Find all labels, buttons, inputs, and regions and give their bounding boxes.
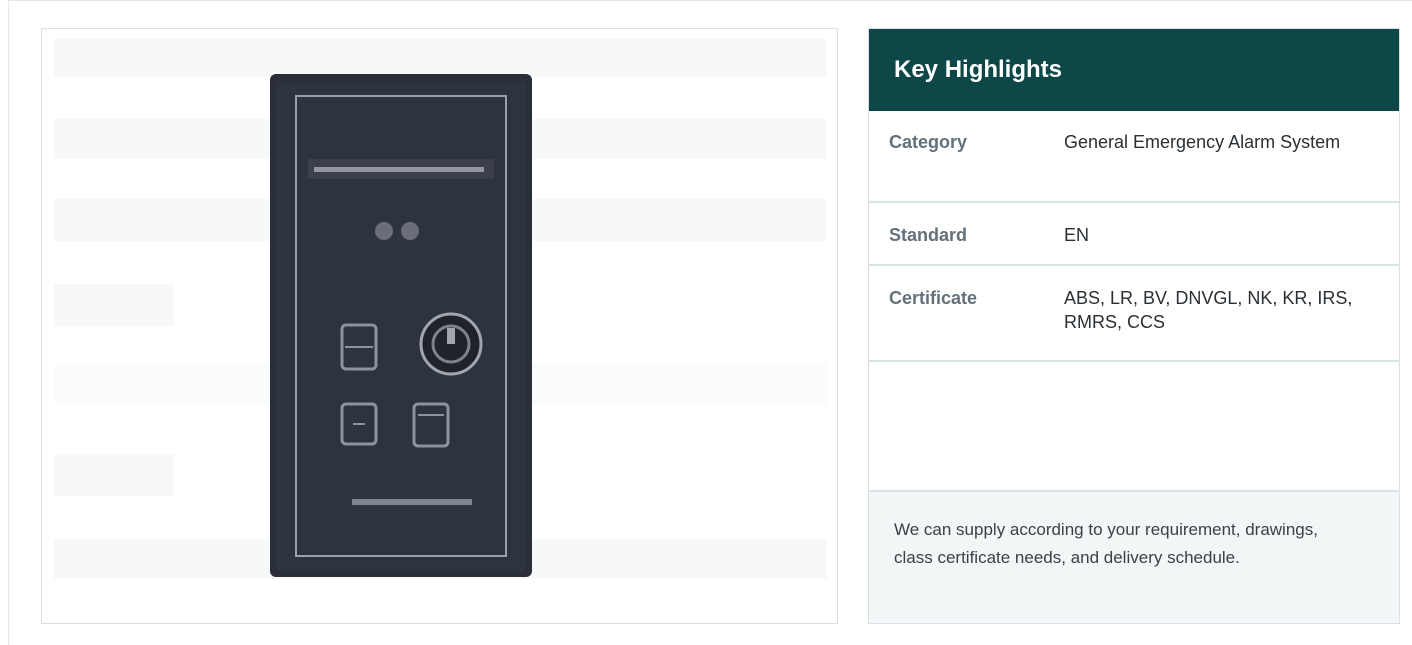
supply-note: We can supply according to your requirem… — [869, 492, 1399, 623]
lamp-icon — [401, 222, 419, 240]
product-image-card — [41, 28, 838, 624]
alarm-panel — [270, 74, 532, 577]
highlights-title: Key Highlights — [869, 29, 1399, 111]
page-container: Key Highlights Category General Emergenc… — [8, 0, 1412, 645]
lamp-icon — [375, 222, 393, 240]
highlight-key: Category — [889, 132, 968, 152]
highlight-value: EN — [1064, 225, 1090, 245]
key-highlights-panel: Key Highlights Category General Emergenc… — [868, 28, 1400, 624]
alarm-panel-image — [54, 39, 827, 579]
highlight-row-standard: Standard EN — [869, 203, 1399, 266]
highlight-row-category: Category General Emergency Alarm System — [869, 111, 1399, 203]
highlight-value: ABS, LR, BV, DNVGL, NK, KR, IRS, RMRS, C… — [1064, 288, 1353, 332]
highlight-value: General Emergency Alarm System — [1064, 132, 1341, 152]
highlight-row-certificate: Certificate ABS, LR, BV, DNVGL, NK, KR, … — [869, 266, 1399, 362]
highlight-key: Standard — [889, 225, 968, 245]
highlight-row-empty — [869, 362, 1399, 492]
highlight-key: Certificate — [889, 288, 978, 308]
